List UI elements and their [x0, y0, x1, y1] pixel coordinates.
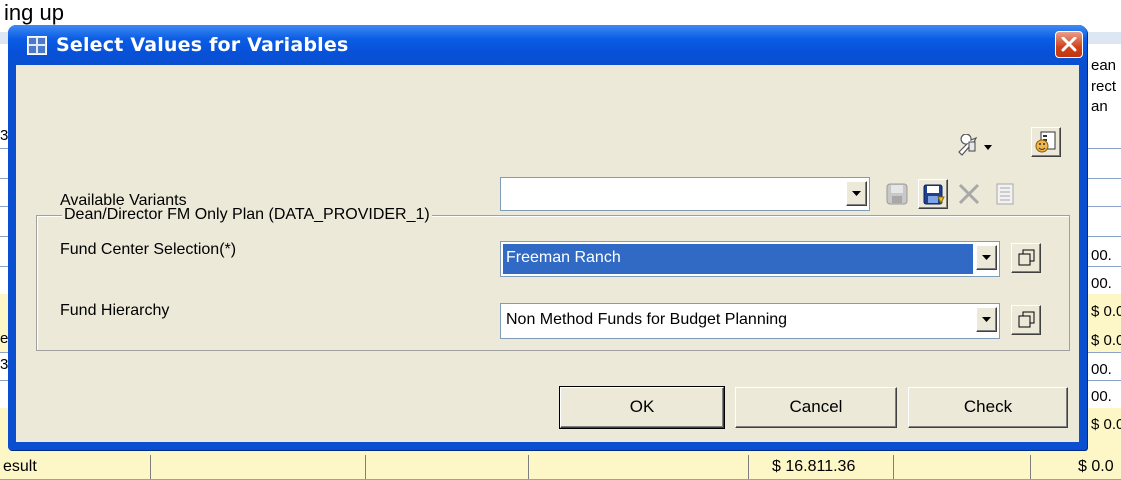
- background-cell: ean: [1091, 57, 1117, 74]
- dialog-body: Available Variants Dean/Director FM Only…: [16, 65, 1079, 442]
- select-values-dialog: Select Values for Variables Available Va…: [8, 25, 1087, 450]
- fund-hierarchy-dropdown[interactable]: Non Method Funds for Budget Planning: [500, 303, 1000, 339]
- grid-divider: [748, 455, 749, 479]
- form-personalize-icon: [1035, 131, 1056, 153]
- group-title: Dean/Director FM Only Plan (DATA_PROVIDE…: [62, 206, 432, 224]
- delete-x-icon: [958, 183, 980, 205]
- chevron-down-icon: [982, 255, 991, 260]
- save-variant-button[interactable]: [882, 179, 912, 209]
- fund-hierarchy-label: Fund Hierarchy: [60, 302, 170, 319]
- result-value: $ 0.0: [1078, 458, 1114, 475]
- check-button[interactable]: Check: [908, 387, 1068, 428]
- available-variants-dropdown[interactable]: [500, 177, 870, 211]
- dialog-titlebar[interactable]: Select Values for Variables: [8, 25, 1087, 65]
- close-button[interactable]: [1055, 31, 1083, 58]
- fund-hierarchy-value: Non Method Funds for Budget Planning: [506, 311, 788, 328]
- save-as-icon: [923, 184, 945, 205]
- fund-center-value: Freeman Ranch: [506, 249, 621, 266]
- multi-select-icon: [1018, 311, 1035, 328]
- result-label: esult: [3, 458, 37, 475]
- grid-divider: [365, 455, 366, 479]
- settings-menu-button[interactable]: [953, 131, 997, 161]
- grid-divider: [893, 455, 894, 479]
- list-details-icon: [996, 183, 1014, 205]
- dropdown-button[interactable]: [846, 181, 867, 206]
- personalize-button[interactable]: [1031, 127, 1061, 157]
- table-icon: [27, 36, 47, 55]
- chevron-down-icon: [852, 191, 861, 196]
- ok-button[interactable]: OK: [559, 386, 725, 429]
- fund-center-multi-select-button[interactable]: [1011, 243, 1041, 273]
- chevron-down-icon: [982, 317, 991, 322]
- background-cell: 00.: [1091, 361, 1112, 378]
- background-top-text: ing up: [4, 0, 64, 25]
- background-cell: 00.: [1091, 388, 1112, 405]
- save-disk-icon: [886, 183, 908, 205]
- cancel-button[interactable]: Cancel: [735, 387, 897, 428]
- background-cell: 00.: [1091, 275, 1112, 292]
- variant-details-button[interactable]: [990, 179, 1020, 209]
- close-icon: [1061, 37, 1077, 52]
- grid-divider: [150, 455, 151, 479]
- grid-divider: [528, 455, 529, 479]
- dropdown-button[interactable]: [976, 245, 997, 270]
- fund-hierarchy-multi-select-button[interactable]: [1011, 305, 1041, 335]
- table-row-result: [0, 455, 1121, 480]
- background-cell: rect: [1091, 78, 1117, 95]
- save-as-variant-button[interactable]: [918, 179, 948, 209]
- fund-center-label: Fund Center Selection(*): [60, 241, 237, 258]
- wrench-settings-icon: [958, 134, 992, 156]
- result-value: $ 16.811.36: [772, 458, 856, 475]
- dialog-title: Select Values for Variables: [56, 34, 349, 56]
- background-cell: $ 0.0: [1091, 303, 1121, 320]
- dropdown-button[interactable]: [976, 307, 997, 332]
- delete-variant-button[interactable]: [954, 179, 984, 209]
- background-cell: $ 0.0: [1091, 416, 1121, 433]
- grid-divider: [1030, 455, 1031, 479]
- fund-center-dropdown[interactable]: Freeman Ranch: [500, 241, 1000, 277]
- background-cell: 00.: [1091, 247, 1112, 264]
- background-cell: an: [1091, 98, 1108, 115]
- multi-select-icon: [1018, 249, 1035, 266]
- background-cell: $ 0.0: [1091, 332, 1121, 349]
